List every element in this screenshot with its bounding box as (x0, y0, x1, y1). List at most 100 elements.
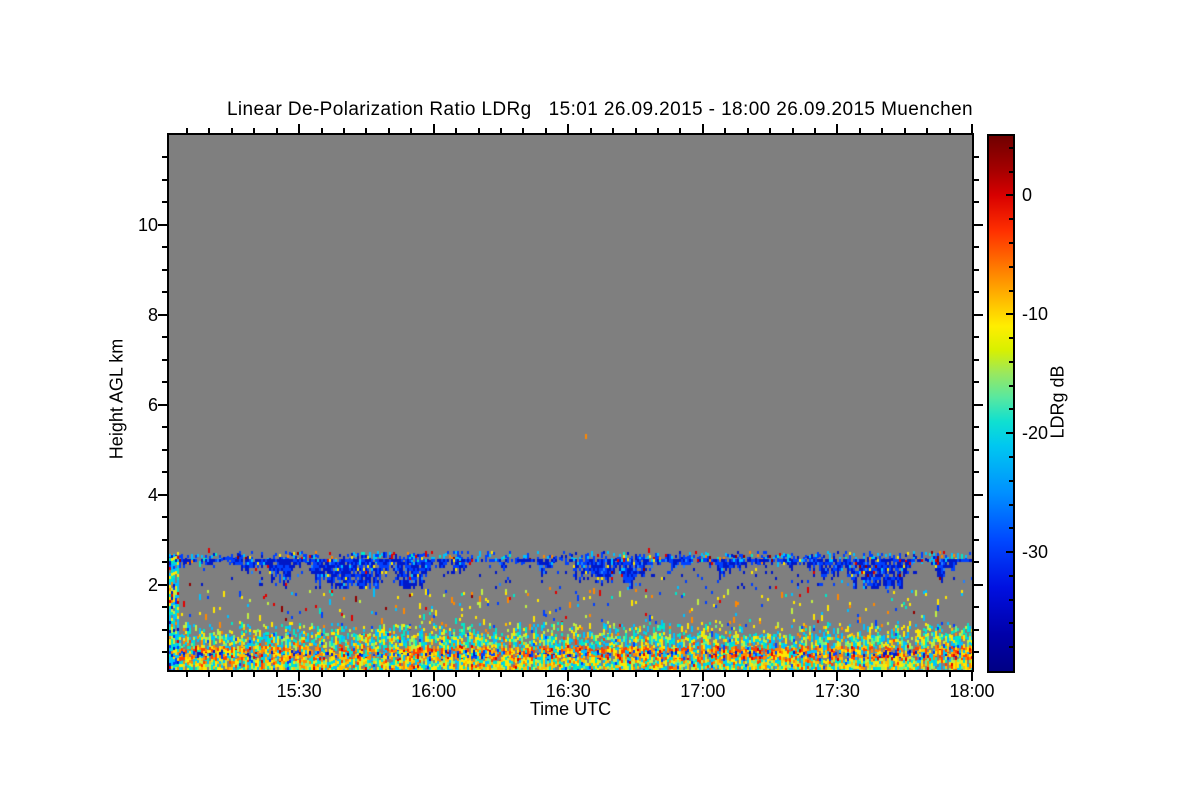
colorbar-minor-tick (1009, 289, 1013, 292)
colorbar-major-tick (1006, 194, 1013, 197)
y-minor-tick (162, 471, 167, 474)
x-minor-tick (185, 672, 188, 677)
y-minor-tick (974, 268, 979, 271)
x-minor-tick (791, 128, 794, 133)
x-major-tick (836, 124, 839, 133)
colorbar-minor-tick (1009, 622, 1013, 625)
colorbar-minor-tick (1009, 456, 1013, 458)
y-minor-tick (162, 381, 167, 384)
y-minor-tick (162, 178, 167, 181)
x-minor-tick (813, 672, 816, 677)
x-minor-tick (455, 672, 458, 677)
x-minor-tick (253, 128, 256, 133)
y-minor-tick (974, 246, 979, 249)
y-tick-label: 10 (137, 214, 158, 235)
y-major-tick (158, 583, 167, 586)
x-minor-tick (499, 672, 502, 677)
x-minor-tick (656, 128, 659, 133)
y-minor-tick (974, 606, 979, 609)
y-minor-tick (974, 628, 979, 631)
x-minor-tick (903, 128, 906, 133)
x-minor-tick (410, 672, 413, 677)
x-tick-label: 17:00 (680, 681, 726, 701)
x-minor-tick (455, 128, 458, 133)
x-minor-tick (724, 672, 727, 677)
x-major-tick (567, 124, 570, 133)
y-minor-tick (974, 538, 979, 541)
colorbar-minor-tick (1009, 218, 1013, 221)
x-major-tick (701, 672, 704, 681)
x-major-tick (567, 672, 570, 681)
x-minor-tick (387, 672, 390, 677)
y-major-tick (974, 313, 983, 316)
colorbar-minor-tick (1009, 170, 1013, 173)
colorbar-tick-label: -30 (1022, 542, 1049, 563)
x-minor-tick (948, 128, 951, 133)
y-minor-tick (974, 201, 979, 204)
x-minor-tick (275, 672, 278, 677)
x-minor-tick (522, 128, 525, 133)
y-minor-tick (162, 268, 167, 271)
colorbar-tick-label: 0 (1022, 185, 1033, 206)
x-minor-tick (499, 128, 502, 133)
colorbar-minor-tick (1009, 146, 1013, 149)
y-minor-tick (974, 471, 979, 474)
x-major-tick (432, 124, 435, 133)
y-minor-tick (162, 336, 167, 339)
y-minor-tick (974, 381, 979, 384)
colorbar-tick-label: -10 (1022, 304, 1049, 325)
colorbar-minor-tick (1009, 360, 1013, 363)
plot-title: Linear De-Polarization Ratio LDRg 15:01 … (226, 99, 974, 120)
colorbar-minor-tick (1009, 646, 1013, 649)
y-minor-tick (974, 178, 979, 181)
y-minor-tick (974, 651, 979, 654)
x-major-tick (298, 672, 301, 681)
x-major-tick (432, 672, 435, 681)
colorbar-minor-tick (1009, 527, 1013, 530)
colorbar-minor-tick (1009, 479, 1013, 482)
x-minor-tick (544, 128, 547, 133)
colorbar-tick-label: -20 (1022, 423, 1049, 444)
x-minor-tick (342, 672, 345, 677)
x-minor-tick (275, 128, 278, 133)
x-minor-tick (612, 128, 615, 133)
y-major-tick (158, 493, 167, 496)
y-minor-tick (974, 156, 979, 159)
y-minor-tick (974, 358, 979, 361)
x-major-tick (298, 124, 301, 133)
y-major-tick (974, 403, 983, 406)
x-minor-tick (208, 128, 211, 133)
y-major-tick (974, 223, 983, 226)
x-major-tick (701, 124, 704, 133)
x-minor-tick (634, 128, 637, 133)
x-minor-tick (813, 128, 816, 133)
colorbar-minor-tick (1009, 337, 1013, 340)
y-minor-tick (162, 426, 167, 429)
x-minor-tick (926, 672, 929, 677)
x-tick-label: 15:30 (276, 681, 322, 701)
x-minor-tick (365, 128, 368, 133)
y-minor-tick (974, 291, 979, 294)
x-minor-tick (679, 672, 682, 677)
x-minor-tick (881, 672, 884, 677)
y-minor-tick (162, 156, 167, 159)
colorbar-minor-tick (1009, 598, 1013, 601)
x-minor-tick (724, 128, 727, 133)
x-minor-tick (769, 128, 772, 133)
x-minor-tick (230, 128, 233, 133)
x-major-tick (971, 124, 973, 133)
colorbar-major-tick (1006, 432, 1013, 435)
x-minor-tick (769, 672, 772, 677)
colorbar-minor-tick (1009, 242, 1013, 244)
y-minor-tick (162, 291, 167, 294)
heatmap-plot-area (167, 133, 974, 672)
x-minor-tick (477, 128, 480, 133)
x-minor-tick (881, 128, 884, 133)
y-tick-label: 4 (147, 484, 158, 505)
y-major-tick (158, 223, 167, 226)
x-minor-tick (320, 672, 323, 677)
x-minor-tick (679, 128, 682, 133)
x-minor-tick (858, 128, 861, 133)
colorbar-label: LDRg dB (1047, 365, 1068, 439)
x-minor-tick (387, 128, 390, 133)
